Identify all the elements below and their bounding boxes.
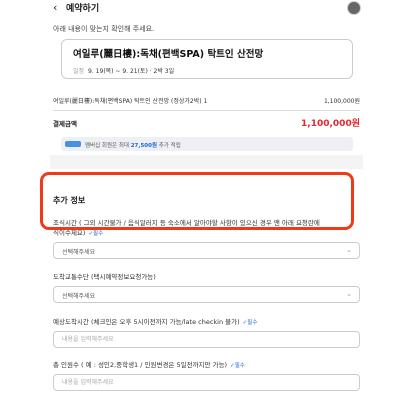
membership-text-before: 멤버십 회원은 최대 [85, 143, 129, 149]
booking-summary-card: 여일루(麗日樓):독채(편백SPA) 탁트인 산전망 일정 9. 19(목) ~ … [61, 39, 353, 79]
headcount-input[interactable] [53, 374, 360, 391]
required-badge: ✓필수 [88, 231, 104, 237]
stay-dates: 일정 9. 19(목) ~ 9. 21(토) · 2박 3일 [73, 66, 174, 75]
arrival-time-input[interactable] [53, 331, 360, 348]
page-title: 예약하기 [66, 4, 100, 14]
membership-points: 27,500원 [130, 143, 158, 149]
avatar[interactable] [347, 1, 361, 15]
extra-info-description: 조식시간 ( 그외 시간불가 / 음식알러지 등 숙소에서 알아야할 사항이 있… [53, 219, 320, 227]
chevron-down-icon: ⌄ [346, 290, 352, 298]
confirm-subtitle: 아래 내용이 맞는지 확인해 주세요. [53, 25, 155, 33]
transport-label: 도착교통수단 (택시예약정보요청가능) [53, 271, 156, 281]
field-label-text: 식이수제요) [53, 229, 86, 237]
required-badge: ✓필수 [230, 363, 245, 369]
dates-value: 9. 19(목) ~ 9. 21(토) · 2박 3일 [88, 68, 175, 75]
membership-text-after: 추가 적립 [158, 143, 181, 149]
arrival-time-label: 예상도착시간 (체크인은 오후 5시이전까지 가능/late checkin 불… [53, 316, 257, 326]
line-item: 여일루(麗日樓):독채(편백SPA) 탁트인 산전망 (정상가2박) 1 1,1… [53, 96, 360, 105]
total-label: 결제금액 [53, 120, 77, 128]
field-label-text: 예상도착시간 (체크인은 오후 5시이전까지 가능/late checkin 불… [53, 318, 240, 326]
membership-badge-icon [65, 141, 81, 147]
field-label-text: 총 인원수 ( 예 : 성인2,중학생1 / 인원변경은 5일전까지만 가능) [53, 361, 228, 369]
total-row: 결제금액 1,100,000원 [53, 118, 360, 129]
chevron-left-icon[interactable]: ‹ [53, 1, 57, 14]
required-badge: ✓필수 [242, 320, 258, 326]
total-amount: 1,100,000원 [301, 119, 360, 129]
membership-text: 멤버십 회원은 최대 27,500원 추가 적립 [85, 141, 181, 149]
header: ‹ 예약하기 [50, 0, 363, 18]
select-value: 선택해주세요 [62, 293, 96, 300]
diet-label: 식이수제요) ✓필수 [53, 227, 103, 237]
section-gap [50, 155, 363, 169]
select-value: 선택해주세요 [62, 249, 96, 256]
transport-select[interactable]: 선택해주세요 ⌄ [53, 286, 360, 303]
divider [53, 110, 360, 111]
chevron-down-icon: ⌄ [346, 246, 352, 254]
membership-banner: 멤버십 회원은 최대 27,500원 추가 적립 [61, 137, 353, 151]
diet-select[interactable]: 선택해주세요 ⌄ [53, 242, 360, 259]
booking-page: ‹ 예약하기 아래 내용이 맞는지 확인해 주세요. 여일루(麗日樓):독채(편… [50, 0, 363, 400]
headcount-label: 총 인원수 ( 예 : 성인2,중학생1 / 인원변경은 5일전까지만 가능) ✓… [53, 359, 245, 369]
room-title: 여일루(麗日樓):독채(편백SPA) 탁트인 산전망 [73, 49, 264, 60]
dates-label: 일정 [73, 68, 85, 75]
extra-info-title: 추가 정보 [53, 196, 86, 205]
line-item-name: 여일루(麗日樓):독채(편백SPA) 탁트인 산전망 (정상가2박) 1 [53, 98, 208, 105]
line-item-amount: 1,100,000원 [323, 98, 360, 105]
field-label-text: 도착교통수단 (택시예약정보요청가능) [53, 273, 156, 281]
